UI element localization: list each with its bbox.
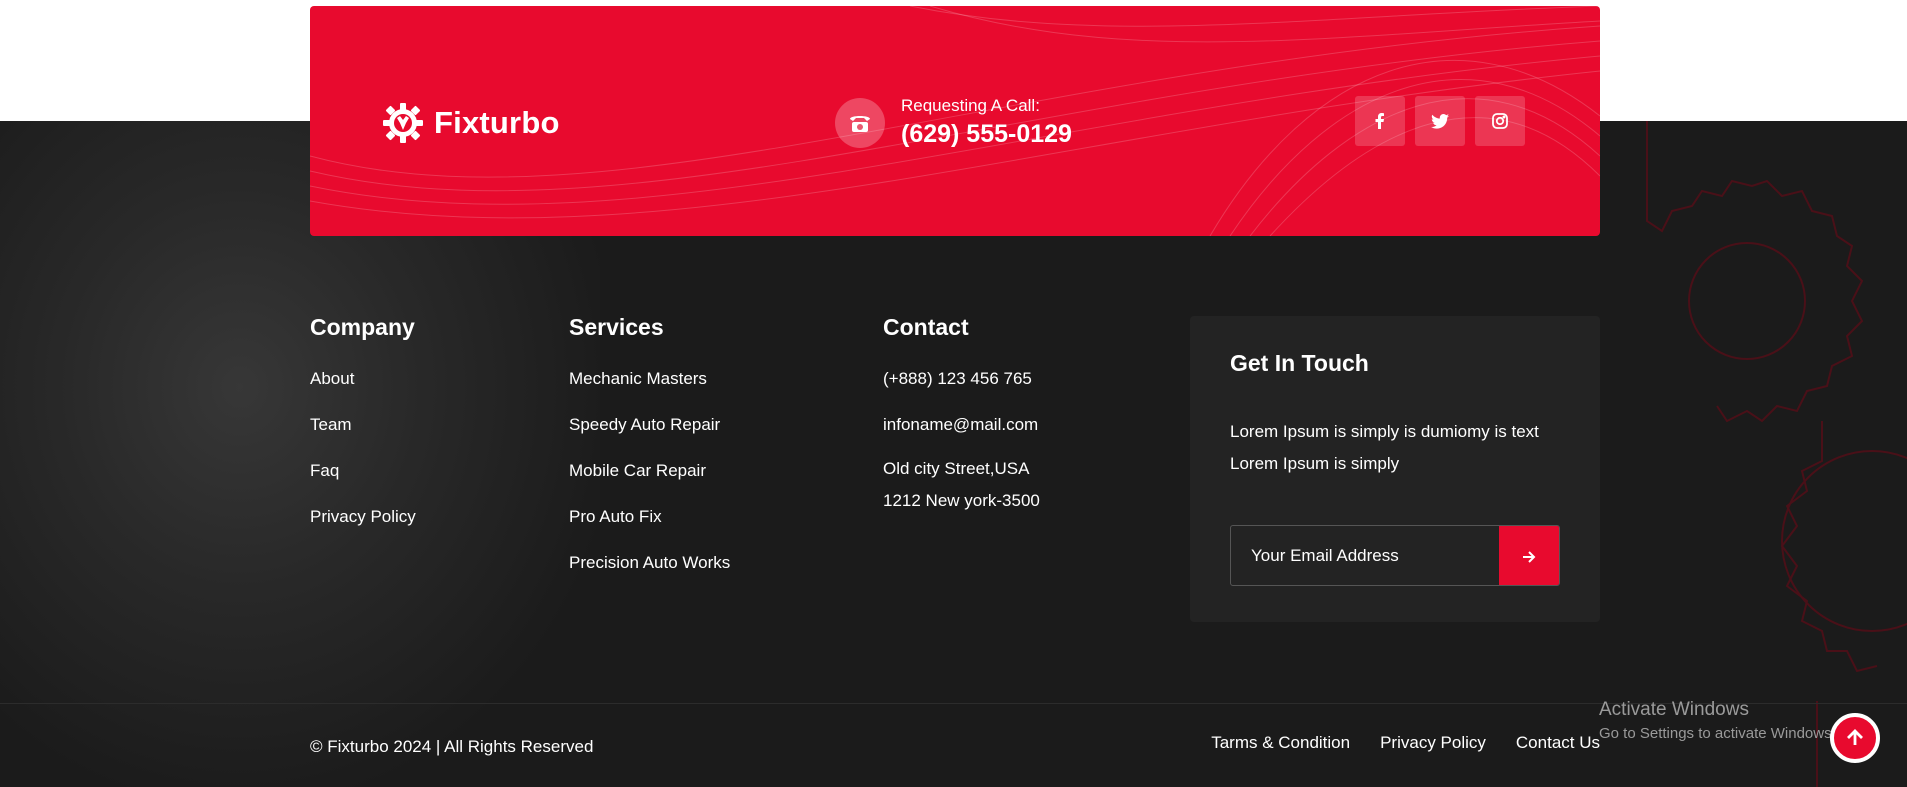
contact-title: Contact [883, 314, 969, 340]
company-column: Company About Team Faq Privacy Policy [310, 314, 416, 553]
social-links [1355, 96, 1525, 146]
get-in-touch-panel: Get In Touch Lorem Ipsum is simply is du… [1190, 316, 1600, 622]
service-link[interactable]: Speedy Auto Repair [569, 415, 730, 435]
company-link-privacy[interactable]: Privacy Policy [310, 507, 416, 527]
touch-text: Lorem Ipsum is simply is dumiomy is text… [1230, 422, 1539, 473]
phone-icon [835, 97, 885, 148]
scroll-to-top-button[interactable] [1830, 713, 1880, 763]
brand-logo[interactable]: Fixturbo [382, 102, 560, 144]
twitter-icon[interactable] [1415, 96, 1465, 146]
gear-wrench-icon [383, 103, 423, 143]
newsletter-form [1230, 525, 1560, 586]
brand-name: Fixturbo [434, 105, 560, 140]
service-link[interactable]: Mechanic Masters [569, 369, 730, 389]
contact-phone[interactable]: (+888) 123 456 765 [883, 363, 1040, 395]
bottom-links: Tarms & Condition Privacy Policy Contact… [1211, 733, 1600, 753]
company-title: Company [310, 314, 415, 340]
privacy-link[interactable]: Privacy Policy [1380, 733, 1486, 753]
terms-link[interactable]: Tarms & Condition [1211, 733, 1350, 753]
address-line-1: Old city Street,USA [883, 459, 1030, 478]
contact-address: Old city Street,USA 1212 New york-3500 [883, 453, 1040, 517]
company-link-team[interactable]: Team [310, 415, 416, 435]
copyright-text: © Fixturbo 2024 | All Rights Reserved [310, 737, 594, 756]
contact-link[interactable]: Contact Us [1516, 733, 1600, 753]
call-label: Requesting A Call: [901, 96, 1040, 115]
services-column: Services Mechanic Masters Speedy Auto Re… [569, 314, 730, 599]
watermark-line-2: Go to Settings to activate Windows. [1599, 725, 1836, 742]
service-link[interactable]: Precision Auto Works [569, 553, 730, 573]
service-link[interactable]: Mobile Car Repair [569, 461, 730, 481]
company-link-faq[interactable]: Faq [310, 461, 416, 481]
company-link-about[interactable]: About [310, 369, 416, 389]
arrow-up-icon [1847, 729, 1863, 745]
service-link[interactable]: Pro Auto Fix [569, 507, 730, 527]
activate-windows-watermark: Activate Windows Go to Settings to activ… [1599, 699, 1836, 742]
arrow-right-icon [1523, 550, 1536, 563]
subscribe-button[interactable] [1499, 526, 1559, 585]
facebook-icon[interactable] [1355, 96, 1405, 146]
gear-decoration-icon [1646, 121, 1907, 787]
cta-banner: Fixturbo Requesting A Call: (629) 555-01… [310, 6, 1600, 236]
call-number[interactable]: (629) 555-0129 [901, 120, 1072, 149]
watermark-line-1: Activate Windows [1599, 699, 1749, 720]
contact-email[interactable]: infoname@mail.com [883, 409, 1040, 441]
touch-title: Get In Touch [1230, 350, 1369, 376]
services-title: Services [569, 314, 664, 340]
instagram-icon[interactable] [1475, 96, 1525, 146]
address-line-2: 1212 New york-3500 [883, 491, 1040, 510]
contact-column: Contact (+888) 123 456 765 infoname@mail… [883, 314, 1040, 541]
email-input[interactable] [1231, 526, 1499, 585]
call-request[interactable]: Requesting A Call: (629) 555-0129 [835, 96, 1072, 149]
